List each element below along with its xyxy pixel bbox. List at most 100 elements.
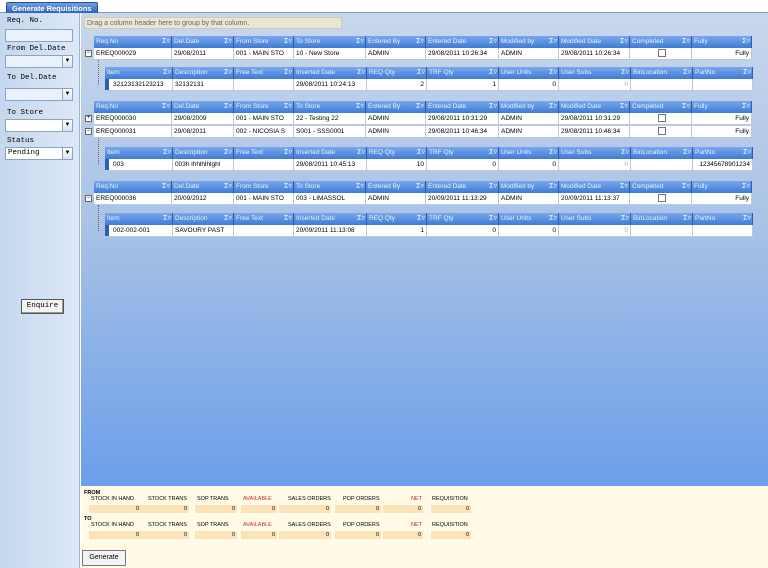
master-col-header[interactable]: Modified Date Σ▿ <box>559 36 630 48</box>
sum-filter-icon[interactable]: Σ▿ <box>162 36 170 48</box>
sum-filter-icon[interactable]: Σ▿ <box>620 101 628 113</box>
detail-col-header[interactable]: Free Text Σ▿ <box>234 67 294 79</box>
grid-cell[interactable]: 20/09/2011 11:13:08 <box>294 225 367 237</box>
grid-cell[interactable]: 20/09/2011 11:13:29 <box>426 193 499 205</box>
grid-cell[interactable]: 0 <box>499 225 559 237</box>
master-col-header[interactable]: Modified by Σ▿ <box>499 36 559 48</box>
grid-cell[interactable]: 29/08/2011 <box>172 48 234 60</box>
grid-cell[interactable]: 0 <box>559 159 631 171</box>
sum-filter-icon[interactable]: Σ▿ <box>224 147 232 159</box>
master-col-header[interactable]: Completed Σ▿ <box>630 181 692 193</box>
sum-filter-icon[interactable]: Σ▿ <box>284 36 292 48</box>
grid-cell[interactable]: EREQ000030 <box>94 113 172 125</box>
sum-filter-icon[interactable]: Σ▿ <box>682 101 690 113</box>
master-col-header[interactable]: Modified by Σ▿ <box>499 101 559 113</box>
collapse-icon[interactable]: − <box>85 128 92 135</box>
grid-cell[interactable]: 0 <box>427 159 499 171</box>
sum-filter-icon[interactable]: Σ▿ <box>162 101 170 113</box>
master-col-header[interactable]: From Store Σ▿ <box>234 101 294 113</box>
detail-col-header[interactable]: Inserted Date Σ▿ <box>294 213 367 225</box>
grid-cell[interactable]: 2 <box>367 79 427 91</box>
grid-cell[interactable]: 001 - MAIN STO <box>234 193 294 205</box>
detail-col-header[interactable]: PartNo Σ▿ <box>693 213 753 225</box>
grid-cell[interactable]: 29/08/2011 10:26:34 <box>559 48 630 60</box>
master-col-header[interactable]: Completed Σ▿ <box>630 36 692 48</box>
grid-cell[interactable] <box>234 79 294 91</box>
sum-filter-icon[interactable]: Σ▿ <box>284 213 292 225</box>
detail-col-header[interactable]: User Subs Σ▿ <box>559 67 631 79</box>
grid-cell[interactable]: ADMIN <box>499 48 559 60</box>
grid-cell[interactable]: Fully <box>692 126 752 138</box>
detail-col-header[interactable]: PartNo Σ▿ <box>693 67 753 79</box>
master-col-header[interactable]: To Store Σ▿ <box>294 36 366 48</box>
sum-filter-icon[interactable]: Σ▿ <box>163 67 171 79</box>
grid-cell[interactable]: 0 <box>559 79 631 91</box>
sum-filter-icon[interactable]: Σ▿ <box>620 36 628 48</box>
grid-cell[interactable]: ADMIN <box>366 126 426 138</box>
grid-cell[interactable]: 32123132123213 <box>105 79 173 91</box>
status-select[interactable]: Pending ▼ <box>5 147 73 160</box>
grid-cell[interactable]: Fully <box>692 193 752 205</box>
grid-cell[interactable] <box>630 113 692 125</box>
grid-cell[interactable] <box>631 159 693 171</box>
detail-col-header[interactable]: REQ Qty Σ▿ <box>367 213 427 225</box>
detail-col-header[interactable]: BinLocation Σ▿ <box>631 147 693 159</box>
sum-filter-icon[interactable]: Σ▿ <box>489 36 497 48</box>
master-col-header[interactable]: Del.Date Σ▿ <box>172 101 234 113</box>
group-by-hint[interactable]: Drag a column header here to group by th… <box>84 17 342 29</box>
collapse-icon[interactable]: − <box>85 50 92 57</box>
master-col-header[interactable]: Req.No Σ▿ <box>94 101 172 113</box>
sum-filter-icon[interactable]: Σ▿ <box>549 36 557 48</box>
collapse-icon[interactable]: − <box>85 195 92 202</box>
grid-cell[interactable] <box>693 225 753 237</box>
chevron-down-icon[interactable]: ▼ <box>62 56 72 67</box>
master-col-header[interactable]: Del.Date Σ▿ <box>172 36 234 48</box>
sum-filter-icon[interactable]: Σ▿ <box>356 181 364 193</box>
sum-filter-icon[interactable]: Σ▿ <box>742 181 750 193</box>
detail-col-header[interactable]: Description Σ▿ <box>173 67 234 79</box>
grid-cell[interactable] <box>693 79 753 91</box>
detail-col-header[interactable]: REQ Qty Σ▿ <box>367 67 427 79</box>
master-col-header[interactable]: Fully Σ▿ <box>692 181 752 193</box>
grid-cell[interactable]: 001 - MAIN STO <box>234 48 294 60</box>
grid-cell[interactable]: 12345678901234 <box>693 159 753 171</box>
to-store-select[interactable]: ▼ <box>5 119 73 132</box>
completed-checkbox[interactable] <box>657 49 666 58</box>
master-col-header[interactable]: Del.Date Σ▿ <box>172 181 234 193</box>
sum-filter-icon[interactable]: Σ▿ <box>224 101 232 113</box>
master-col-header[interactable]: From Store Σ▿ <box>234 36 294 48</box>
sum-filter-icon[interactable]: Σ▿ <box>162 181 170 193</box>
grid-cell[interactable]: 0 <box>499 159 559 171</box>
sum-filter-icon[interactable]: Σ▿ <box>416 101 424 113</box>
grid-cell[interactable]: 003h lhhlhlhlghl <box>173 159 234 171</box>
master-col-header[interactable]: Modified Date Σ▿ <box>559 101 630 113</box>
grid-cell[interactable] <box>234 159 294 171</box>
sum-filter-icon[interactable]: Σ▿ <box>417 213 425 225</box>
sum-filter-icon[interactable]: Σ▿ <box>683 147 691 159</box>
detail-col-header[interactable]: Item Σ▿ <box>105 213 173 225</box>
grid-cell[interactable]: 29/08/2011 10:26:34 <box>426 48 499 60</box>
master-col-header[interactable]: Req.No Σ▿ <box>94 36 172 48</box>
sum-filter-icon[interactable]: Σ▿ <box>357 213 365 225</box>
chevron-down-icon[interactable]: ▼ <box>62 120 72 131</box>
grid-cell[interactable]: SAVOURY PAST <box>173 225 234 237</box>
detail-row[interactable]: 32123132123213 32132131 29/08/2011 10:24:1… <box>105 79 753 91</box>
sum-filter-icon[interactable]: Σ▿ <box>549 147 557 159</box>
grid-cell[interactable]: 29/08/2011 10:31:29 <box>559 113 630 125</box>
sum-filter-icon[interactable]: Σ▿ <box>489 213 497 225</box>
sum-filter-icon[interactable]: Σ▿ <box>683 67 691 79</box>
grid-cell[interactable]: EREQ000036 <box>94 193 172 205</box>
master-row[interactable]: EREQ000029 29/08/2011 001 - MAIN STO 10 - N… <box>94 48 752 60</box>
grid-cell[interactable] <box>631 225 693 237</box>
sum-filter-icon[interactable]: Σ▿ <box>620 181 628 193</box>
detail-col-header[interactable]: BinLocation Σ▿ <box>631 213 693 225</box>
sum-filter-icon[interactable]: Σ▿ <box>743 213 751 225</box>
detail-col-header[interactable]: TRF Qty Σ▿ <box>427 147 499 159</box>
grid-cell[interactable]: 29/08/2009 <box>172 113 234 125</box>
grid-cell[interactable]: 10 <box>367 159 427 171</box>
sum-filter-icon[interactable]: Σ▿ <box>489 101 497 113</box>
master-col-header[interactable]: Entered Date Σ▿ <box>426 36 499 48</box>
detail-col-header[interactable]: Description Σ▿ <box>173 213 234 225</box>
to-del-date-picker[interactable]: ▼ <box>5 88 73 101</box>
sum-filter-icon[interactable]: Σ▿ <box>284 181 292 193</box>
